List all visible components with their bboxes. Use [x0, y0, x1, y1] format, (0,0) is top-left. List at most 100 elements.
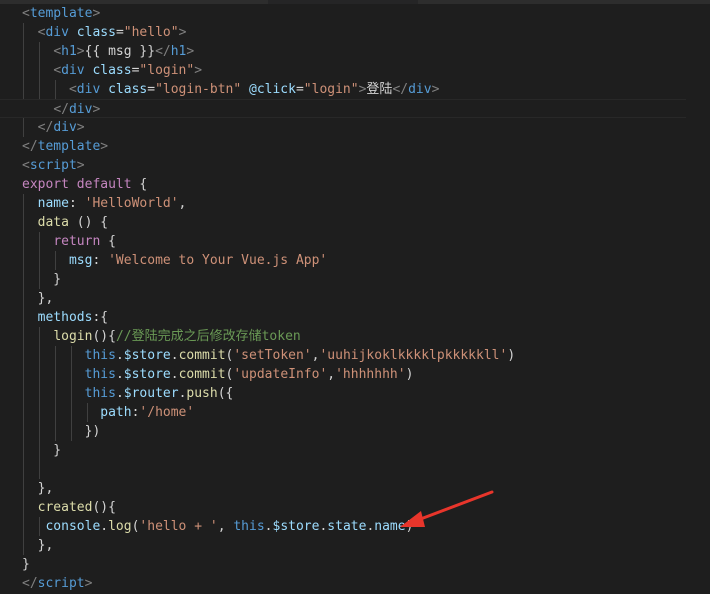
code-token: {	[100, 234, 116, 249]
code-line[interactable]: }	[0, 555, 710, 574]
code-line[interactable]: msg: 'Welcome to Your Vue.js App'	[0, 251, 710, 270]
code-token: </	[22, 139, 38, 154]
code-token: div	[68, 102, 93, 117]
code-token: </	[53, 102, 69, 117]
code-token: >	[431, 82, 440, 97]
code-line-text: login(){//登陆完成之后修改存储token	[22, 327, 300, 346]
code-token: return	[53, 234, 101, 249]
code-line[interactable]: <div class="login-btn" @click="login">登陆…	[0, 80, 710, 99]
code-token: >	[76, 44, 85, 59]
code-token: name	[37, 196, 69, 211]
code-line[interactable]: })	[0, 422, 710, 441]
code-token: log	[108, 519, 132, 534]
code-line-text: <h1>{{ msg }}</h1>	[22, 42, 194, 61]
code-line[interactable]: </div>	[0, 99, 686, 118]
code-token: data	[37, 215, 69, 230]
code-token: h1	[61, 44, 77, 59]
code-token: >	[76, 158, 85, 173]
code-token: )	[507, 348, 516, 363]
code-token: methods	[37, 310, 93, 325]
code-line-text: },	[22, 536, 54, 555]
code-token: >	[178, 25, 187, 40]
code-token: "hello"	[123, 25, 179, 40]
code-token: 'HelloWorld'	[84, 196, 179, 211]
code-line[interactable]: path:'/home'	[0, 403, 710, 422]
code-token: 登陆	[366, 82, 393, 97]
code-line-text: this.$store.commit('setToken','uuhijkokl…	[22, 346, 516, 365]
code-line[interactable]: }	[0, 441, 710, 460]
code-token: class	[76, 25, 116, 40]
code-line[interactable]: created(){	[0, 498, 710, 517]
code-token: push	[186, 386, 218, 401]
code-token: >	[186, 44, 195, 59]
code-token: :{	[92, 310, 109, 325]
code-token: "login-btn"	[155, 82, 242, 97]
code-line[interactable]: </template>	[0, 137, 710, 156]
code-line-text: }	[22, 555, 30, 574]
code-token: .	[115, 348, 124, 363]
code-line-text: path:'/home'	[22, 403, 194, 422]
code-line[interactable]: login(){//登陆完成之后修改存储token	[0, 327, 710, 346]
code-line[interactable]: </script>	[0, 574, 710, 593]
code-token: {	[131, 177, 148, 192]
code-line[interactable]: this.$store.commit('updateInfo','hhhhhhh…	[0, 365, 710, 384]
code-line-text: </div>	[22, 118, 85, 137]
code-line[interactable]: }	[0, 270, 710, 289]
code-line[interactable]: <div class="hello">	[0, 23, 710, 42]
code-token: },	[22, 538, 54, 553]
code-line-text: <div class="login-btn" @click="login">登陆…	[22, 80, 439, 99]
code-line[interactable]: this.$router.push({	[0, 384, 710, 403]
code-line[interactable]: <div class="login">	[0, 61, 710, 80]
code-line[interactable]: },	[0, 536, 710, 555]
code-line[interactable]: return {	[0, 232, 710, 251]
code-line[interactable]: console.log('hello + ', this.$store.stat…	[0, 517, 710, 536]
code-line[interactable]: name: 'HelloWorld',	[0, 194, 710, 213]
code-line[interactable]: <script>	[0, 156, 710, 175]
code-token: =	[115, 25, 124, 40]
code-token: msg	[68, 253, 93, 268]
code-token: >	[76, 120, 85, 135]
code-line-text: this.$store.commit('updateInfo','hhhhhhh…	[22, 365, 414, 384]
code-token: <	[53, 63, 62, 78]
code-line[interactable]: this.$store.commit('setToken','uuhijkokl…	[0, 346, 710, 365]
code-line[interactable]: <h1>{{ msg }}</h1>	[0, 42, 710, 61]
code-token: ,	[178, 196, 187, 211]
code-line[interactable]: </div>	[0, 118, 710, 137]
code-token: })	[22, 424, 101, 439]
code-line[interactable]: export default {	[0, 175, 710, 194]
code-token: ,	[327, 367, 336, 382]
code-line[interactable]: },	[0, 479, 710, 498]
code-token: .	[100, 519, 109, 534]
code-token: :	[92, 253, 109, 268]
code-token: .	[115, 386, 124, 401]
code-line[interactable]	[0, 460, 710, 479]
code-line-text: export default {	[22, 175, 147, 194]
code-line-text: data () {	[22, 213, 108, 232]
code-line-text: methods:{	[22, 308, 108, 327]
code-token: >	[92, 102, 101, 117]
code-token: "login"	[139, 63, 195, 78]
code-line-text: </div>	[22, 100, 100, 119]
code-token: $store	[123, 348, 171, 363]
code-token: .	[264, 519, 273, 534]
code-token: (){	[92, 500, 116, 515]
code-line[interactable]: data () {	[0, 213, 710, 232]
code-token: () {	[68, 215, 109, 230]
code-line[interactable]: methods:{	[0, 308, 710, 327]
code-line[interactable]: },	[0, 289, 710, 308]
code-token: 'setToken'	[233, 348, 312, 363]
code-editor[interactable]: <template> <div class="hello"> <h1>{{ ms…	[0, 0, 710, 594]
code-token: $router	[123, 386, 179, 401]
code-line[interactable]: <template>	[0, 4, 710, 23]
code-token: ({	[217, 386, 234, 401]
code-token: $store	[272, 519, 320, 534]
